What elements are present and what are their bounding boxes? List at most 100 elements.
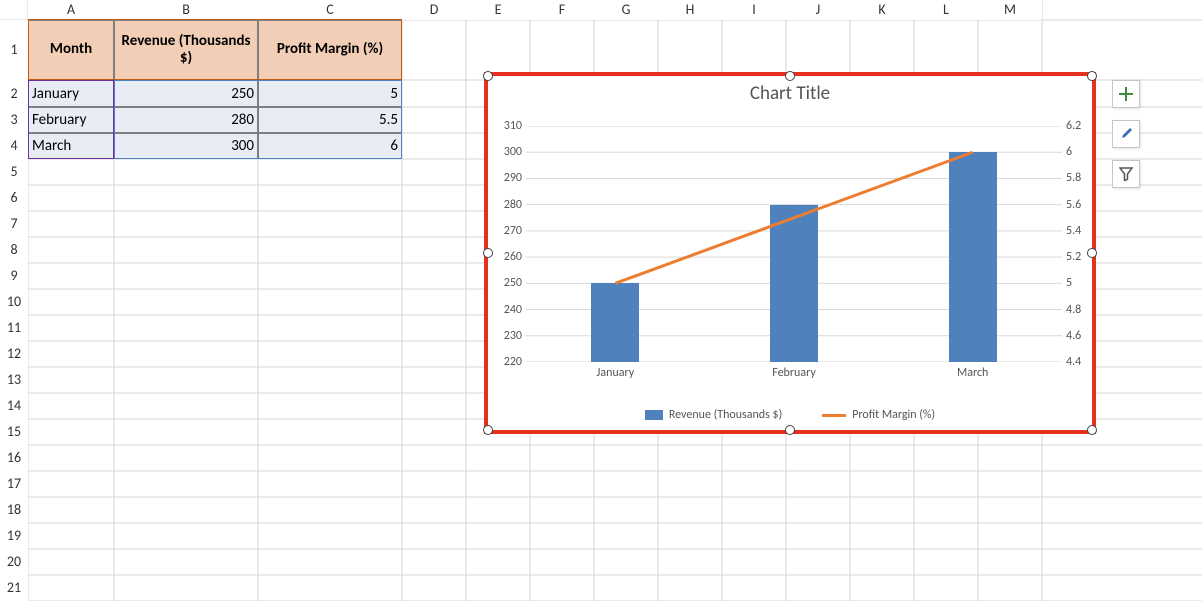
y-tick-left: 240 — [492, 303, 522, 317]
cell-text: 5 — [390, 85, 398, 103]
cell-C2[interactable]: 5 — [258, 80, 402, 107]
col-head-B[interactable]: B — [114, 0, 258, 20]
y-tick-right: 5 — [1066, 276, 1096, 290]
filter-icon — [1119, 167, 1133, 181]
cell-A2[interactable]: January — [28, 80, 114, 107]
row-head-7[interactable]: 7 — [0, 211, 28, 237]
y-tick-left: 310 — [492, 119, 522, 133]
chart-styles-button[interactable] — [1112, 120, 1140, 148]
chart-legend[interactable]: Revenue (Thousands $) Profit Margin (%) — [488, 408, 1092, 422]
row-head-12[interactable]: 12 — [0, 341, 28, 367]
col-head-E[interactable]: E — [466, 0, 530, 20]
cell-A1[interactable]: Month — [28, 20, 114, 80]
row-head-14[interactable]: 14 — [0, 393, 28, 419]
resize-handle[interactable] — [1087, 425, 1097, 435]
col-head-A[interactable]: A — [28, 0, 114, 20]
brush-icon — [1118, 126, 1134, 142]
x-tick: March — [957, 366, 988, 380]
col-head-J[interactable]: J — [786, 0, 850, 20]
row-head-3[interactable]: 3 — [0, 107, 28, 133]
cell-text: January — [32, 85, 79, 103]
row-head-8[interactable]: 8 — [0, 237, 28, 263]
row-head-16[interactable]: 16 — [0, 445, 28, 471]
y-tick-right: 5.8 — [1066, 171, 1096, 185]
cell-text: February — [32, 111, 86, 129]
cell-text: 6 — [390, 137, 398, 155]
col-head-G[interactable]: G — [594, 0, 658, 20]
plus-icon — [1118, 86, 1134, 102]
row-head-21[interactable]: 21 — [0, 575, 28, 601]
cell-B2[interactable]: 250 — [114, 80, 258, 107]
row-head-18[interactable]: 18 — [0, 497, 28, 523]
col-head-I[interactable]: I — [722, 0, 786, 20]
y-tick-left: 300 — [492, 145, 522, 159]
cell-A4[interactable]: March — [28, 133, 114, 159]
legend-swatch-bar — [645, 410, 663, 420]
row-head-20[interactable]: 20 — [0, 549, 28, 575]
chart-elements-button[interactable] — [1112, 80, 1140, 108]
row-head-19[interactable]: 19 — [0, 523, 28, 549]
y-tick-left: 260 — [492, 250, 522, 264]
col-head-F[interactable]: F — [530, 0, 594, 20]
cell-B3[interactable]: 280 — [114, 107, 258, 133]
y-tick-right: 5.4 — [1066, 224, 1096, 238]
legend-swatch-line — [822, 414, 846, 417]
cell-C4[interactable]: 6 — [258, 133, 402, 159]
header-label: Revenue (Thousands $) — [118, 33, 254, 68]
row-head-13[interactable]: 13 — [0, 367, 28, 393]
cell-text: 250 — [231, 85, 254, 103]
col-head-C[interactable]: C — [258, 0, 402, 20]
row-head-4[interactable]: 4 — [0, 133, 28, 159]
cell-C1[interactable]: Profit Margin (%) — [258, 20, 402, 80]
row-head-1[interactable]: 1 — [0, 20, 28, 80]
legend-label: Revenue (Thousands $) — [669, 408, 782, 422]
col-head-L[interactable]: L — [914, 0, 978, 20]
y-tick-right: 5.6 — [1066, 198, 1096, 212]
resize-handle[interactable] — [785, 425, 795, 435]
row-head-5[interactable]: 5 — [0, 159, 28, 185]
resize-handle[interactable] — [483, 248, 493, 258]
y-tick-right: 4.8 — [1066, 303, 1096, 317]
row-head-17[interactable]: 17 — [0, 471, 28, 497]
cell-text: 5.5 — [379, 111, 398, 129]
resize-handle[interactable] — [483, 71, 493, 81]
y-tick-left: 270 — [492, 224, 522, 238]
col-head-K[interactable]: K — [850, 0, 914, 20]
legend-item-bar[interactable]: Revenue (Thousands $) — [645, 408, 782, 422]
row-head-10[interactable]: 10 — [0, 289, 28, 315]
y-tick-right: 6 — [1066, 145, 1096, 159]
y-tick-right: 6.2 — [1066, 119, 1096, 133]
cell-A3[interactable]: February — [28, 107, 114, 133]
col-head-M[interactable]: M — [978, 0, 1042, 20]
x-tick: January — [597, 366, 635, 380]
y-tick-right: 4.6 — [1066, 329, 1096, 343]
y-tick-left: 290 — [492, 171, 522, 185]
y-tick-left: 250 — [492, 276, 522, 290]
plot-area[interactable]: 220230240250260270280290300310 4.44.64.8… — [526, 126, 1062, 362]
cell-B4[interactable]: 300 — [114, 133, 258, 159]
resize-handle[interactable] — [483, 425, 493, 435]
cell-text: 300 — [231, 137, 254, 155]
cell-B1[interactable]: Revenue (Thousands $) — [114, 20, 258, 80]
y-tick-left: 230 — [492, 329, 522, 343]
row-head-15[interactable]: 15 — [0, 419, 28, 445]
cell-C3[interactable]: 5.5 — [258, 107, 402, 133]
resize-handle[interactable] — [785, 71, 795, 81]
y-tick-right: 4.4 — [1066, 355, 1096, 369]
y-tick-left: 280 — [492, 198, 522, 212]
col-head-D[interactable]: D — [402, 0, 466, 20]
row-head-11[interactable]: 11 — [0, 315, 28, 341]
chart-filter-button[interactable] — [1112, 160, 1140, 188]
row-head-2[interactable]: 2 — [0, 80, 28, 107]
header-label: Month — [50, 41, 92, 58]
col-head-H[interactable]: H — [658, 0, 722, 20]
resize-handle[interactable] — [1087, 248, 1097, 258]
row-head-6[interactable]: 6 — [0, 185, 28, 211]
cell-text: 280 — [231, 111, 254, 129]
resize-handle[interactable] — [1087, 71, 1097, 81]
row-head-9[interactable]: 9 — [0, 263, 28, 289]
cell-text: March — [32, 137, 71, 155]
chart-object[interactable]: Chart Title 2202302402502602702802903003… — [484, 72, 1096, 434]
legend-item-line[interactable]: Profit Margin (%) — [822, 408, 935, 422]
legend-label: Profit Margin (%) — [852, 408, 935, 422]
